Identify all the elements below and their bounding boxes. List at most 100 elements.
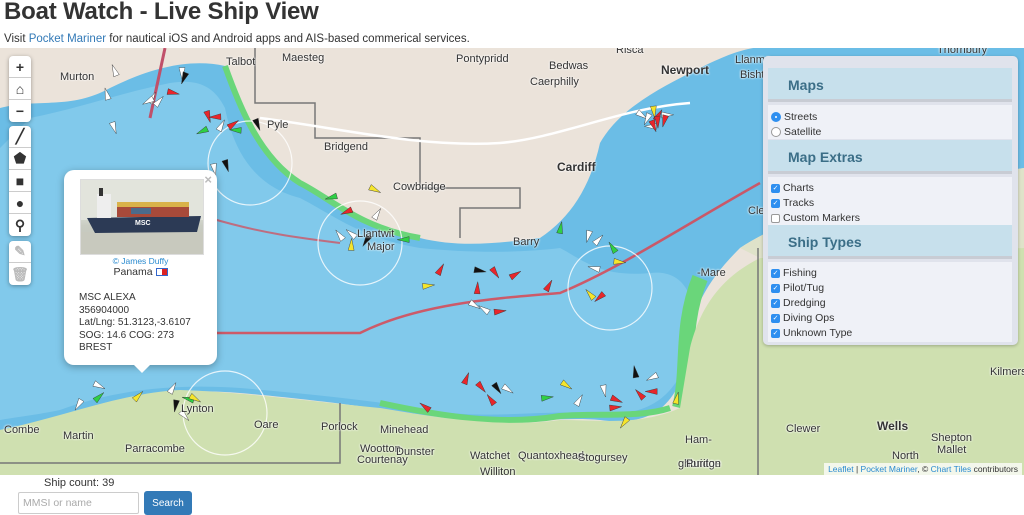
draw-toolbar: ╱ ⬟ ■ ● ⚲ [9, 126, 31, 236]
map-label: North [892, 450, 919, 462]
map-label: Oare [254, 419, 279, 431]
ship-photo: MSC [80, 179, 204, 255]
intro-text-post: for nautical iOS and Android apps and AI… [106, 33, 470, 45]
diving-ops-label: Diving Ops [783, 312, 835, 324]
draw-polyline-button[interactable]: ╱ [9, 126, 31, 148]
zoom-in-button[interactable]: + [9, 56, 31, 78]
ship-count: Ship count: 39 [44, 477, 115, 489]
unknown-type-label: Unknown Type [783, 327, 853, 339]
map-label: Newport [661, 63, 709, 77]
panama-flag-icon [155, 268, 168, 277]
photo-credit-link[interactable]: © James Duffy [64, 256, 217, 266]
zoom-out-button[interactable]: − [9, 100, 31, 122]
ship-popup: × MSC © James Duffy Panama MSC ALEXA 356… [64, 170, 217, 373]
ship-name: MSC ALEXA [79, 292, 136, 303]
ship-marker[interactable] [368, 184, 382, 196]
fishing-checkbox[interactable]: ✓ [771, 268, 780, 278]
map-label: Barry [513, 236, 540, 248]
ship-types-heading: Ship Types [768, 225, 1012, 259]
map-label: Shepton [931, 432, 972, 444]
map-label: -Mare [697, 267, 726, 279]
tracks-checkbox[interactable]: ✓ [771, 198, 780, 208]
map-label: Cowbridge [393, 181, 446, 193]
ship-info: MSC ALEXA 356904000 Lat/Lng: 51.3123,-3.… [79, 292, 191, 355]
dredging-option[interactable]: ✓ Dredging [771, 297, 826, 309]
chart-tiles-link[interactable]: Chart Tiles [931, 464, 972, 474]
custom-markers-option[interactable]: Custom Markers [771, 212, 860, 224]
custom-markers-checkbox[interactable] [771, 213, 780, 223]
map-label: Parracombe [125, 443, 185, 455]
draw-circle-button[interactable]: ● [9, 192, 31, 214]
pocket-mariner-link[interactable]: Pocket Mariner [29, 33, 106, 45]
map-label: Pyle [267, 119, 289, 131]
charts-option[interactable]: ✓ Charts [771, 182, 814, 194]
map-label: Wells [877, 419, 909, 433]
map-label: Martin [63, 430, 94, 442]
map-label: Lynton [181, 403, 214, 415]
diving-ops-checkbox[interactable]: ✓ [771, 313, 780, 323]
tracks-label: Tracks [783, 197, 815, 209]
streets-option[interactable]: Streets [771, 111, 817, 123]
maps-heading: Maps [768, 68, 1012, 102]
map-label: Stogursey [578, 452, 628, 464]
map-label: Llantwit [357, 228, 395, 240]
map-label: Talbot [226, 56, 256, 68]
ship-marker[interactable] [371, 207, 383, 221]
map-label: Caerphilly [530, 76, 579, 88]
ship-mmsi: 356904000 [79, 304, 130, 316]
layers-panel: Maps Streets Satellite Map Extras ✓ Chart… [763, 56, 1018, 345]
map-label: Clewer [786, 423, 821, 435]
intro-text-pre: Visit [4, 33, 29, 45]
unknown-type-checkbox[interactable]: ✓ [771, 328, 780, 338]
map-label: Watchet [470, 450, 510, 462]
maps-options: Streets Satellite [768, 105, 1012, 139]
draw-rectangle-button[interactable]: ■ [9, 170, 31, 192]
custom-markers-label: Custom Markers [783, 212, 861, 224]
popup-close-button[interactable]: × [204, 172, 212, 187]
tracks-option[interactable]: ✓ Tracks [771, 197, 814, 209]
ship-marker[interactable] [109, 63, 120, 78]
fishing-option[interactable]: ✓ Fishing [771, 267, 817, 279]
map-label: Bedwas [549, 60, 589, 72]
map-label: Major [367, 241, 395, 253]
map-extras-heading: Map Extras [768, 140, 1012, 174]
home-button[interactable]: ⌂ [9, 78, 31, 100]
zoom-control: + ⌂ − [9, 56, 31, 122]
edit-layers-button[interactable]: ✎ [9, 241, 31, 263]
unknown-type-option[interactable]: ✓ Unknown Type [771, 327, 852, 339]
ship-sog-cog: SOG: 14.6 COG: 273 [79, 329, 175, 341]
leaflet-link[interactable]: Leaflet [828, 464, 854, 474]
edit-toolbar: ✎ 🗑 [9, 241, 31, 285]
draw-polygon-button[interactable]: ⬟ [9, 148, 31, 170]
map-label: Maesteg [282, 52, 325, 64]
map-label: Ham- [685, 434, 712, 446]
map-label: Risca [616, 48, 644, 56]
search-button[interactable]: Search [144, 491, 192, 515]
attrib-end: contributors [971, 464, 1018, 474]
flag-country: Panama [113, 266, 153, 278]
satellite-radio[interactable] [771, 127, 781, 137]
map-label: Bisht [740, 69, 765, 81]
charts-checkbox[interactable]: ✓ [771, 183, 780, 193]
pilot-tug-checkbox[interactable]: ✓ [771, 283, 780, 293]
ship-types-options: ✓ Fishing ✓ Pilot/Tug ✓ Dredging ✓ Diving Op… [768, 262, 1012, 342]
attrib-mid: , © [917, 464, 931, 474]
map-extras-options: ✓ Charts ✓ Tracks Custom Markers [768, 177, 1012, 226]
attrib-sep: | [853, 464, 861, 474]
map-label: Combe [4, 424, 40, 436]
ship-latlng: Lat/Lng: 51.3123,-3.6107 [79, 317, 191, 329]
map-label: Mallet [937, 444, 967, 456]
map-label: Pontypridd [456, 53, 509, 65]
delete-layers-button[interactable]: 🗑 [9, 263, 31, 285]
satellite-option[interactable]: Satellite [771, 126, 821, 138]
draw-marker-button[interactable]: ⚲ [9, 214, 31, 236]
dredging-checkbox[interactable]: ✓ [771, 298, 780, 308]
pilot-tug-label: Pilot/Tug [783, 282, 825, 294]
map-label: Cardiff [557, 160, 596, 174]
diving-ops-option[interactable]: ✓ Diving Ops [771, 312, 834, 324]
pilot-tug-option[interactable]: ✓ Pilot/Tug [771, 282, 824, 294]
intro-text: Visit Pocket Mariner for nautical iOS an… [4, 33, 470, 45]
streets-radio[interactable] [771, 112, 781, 122]
pocket-mariner-attrib-link[interactable]: Pocket Mariner [861, 464, 918, 474]
map-label: Minehead [380, 424, 429, 436]
